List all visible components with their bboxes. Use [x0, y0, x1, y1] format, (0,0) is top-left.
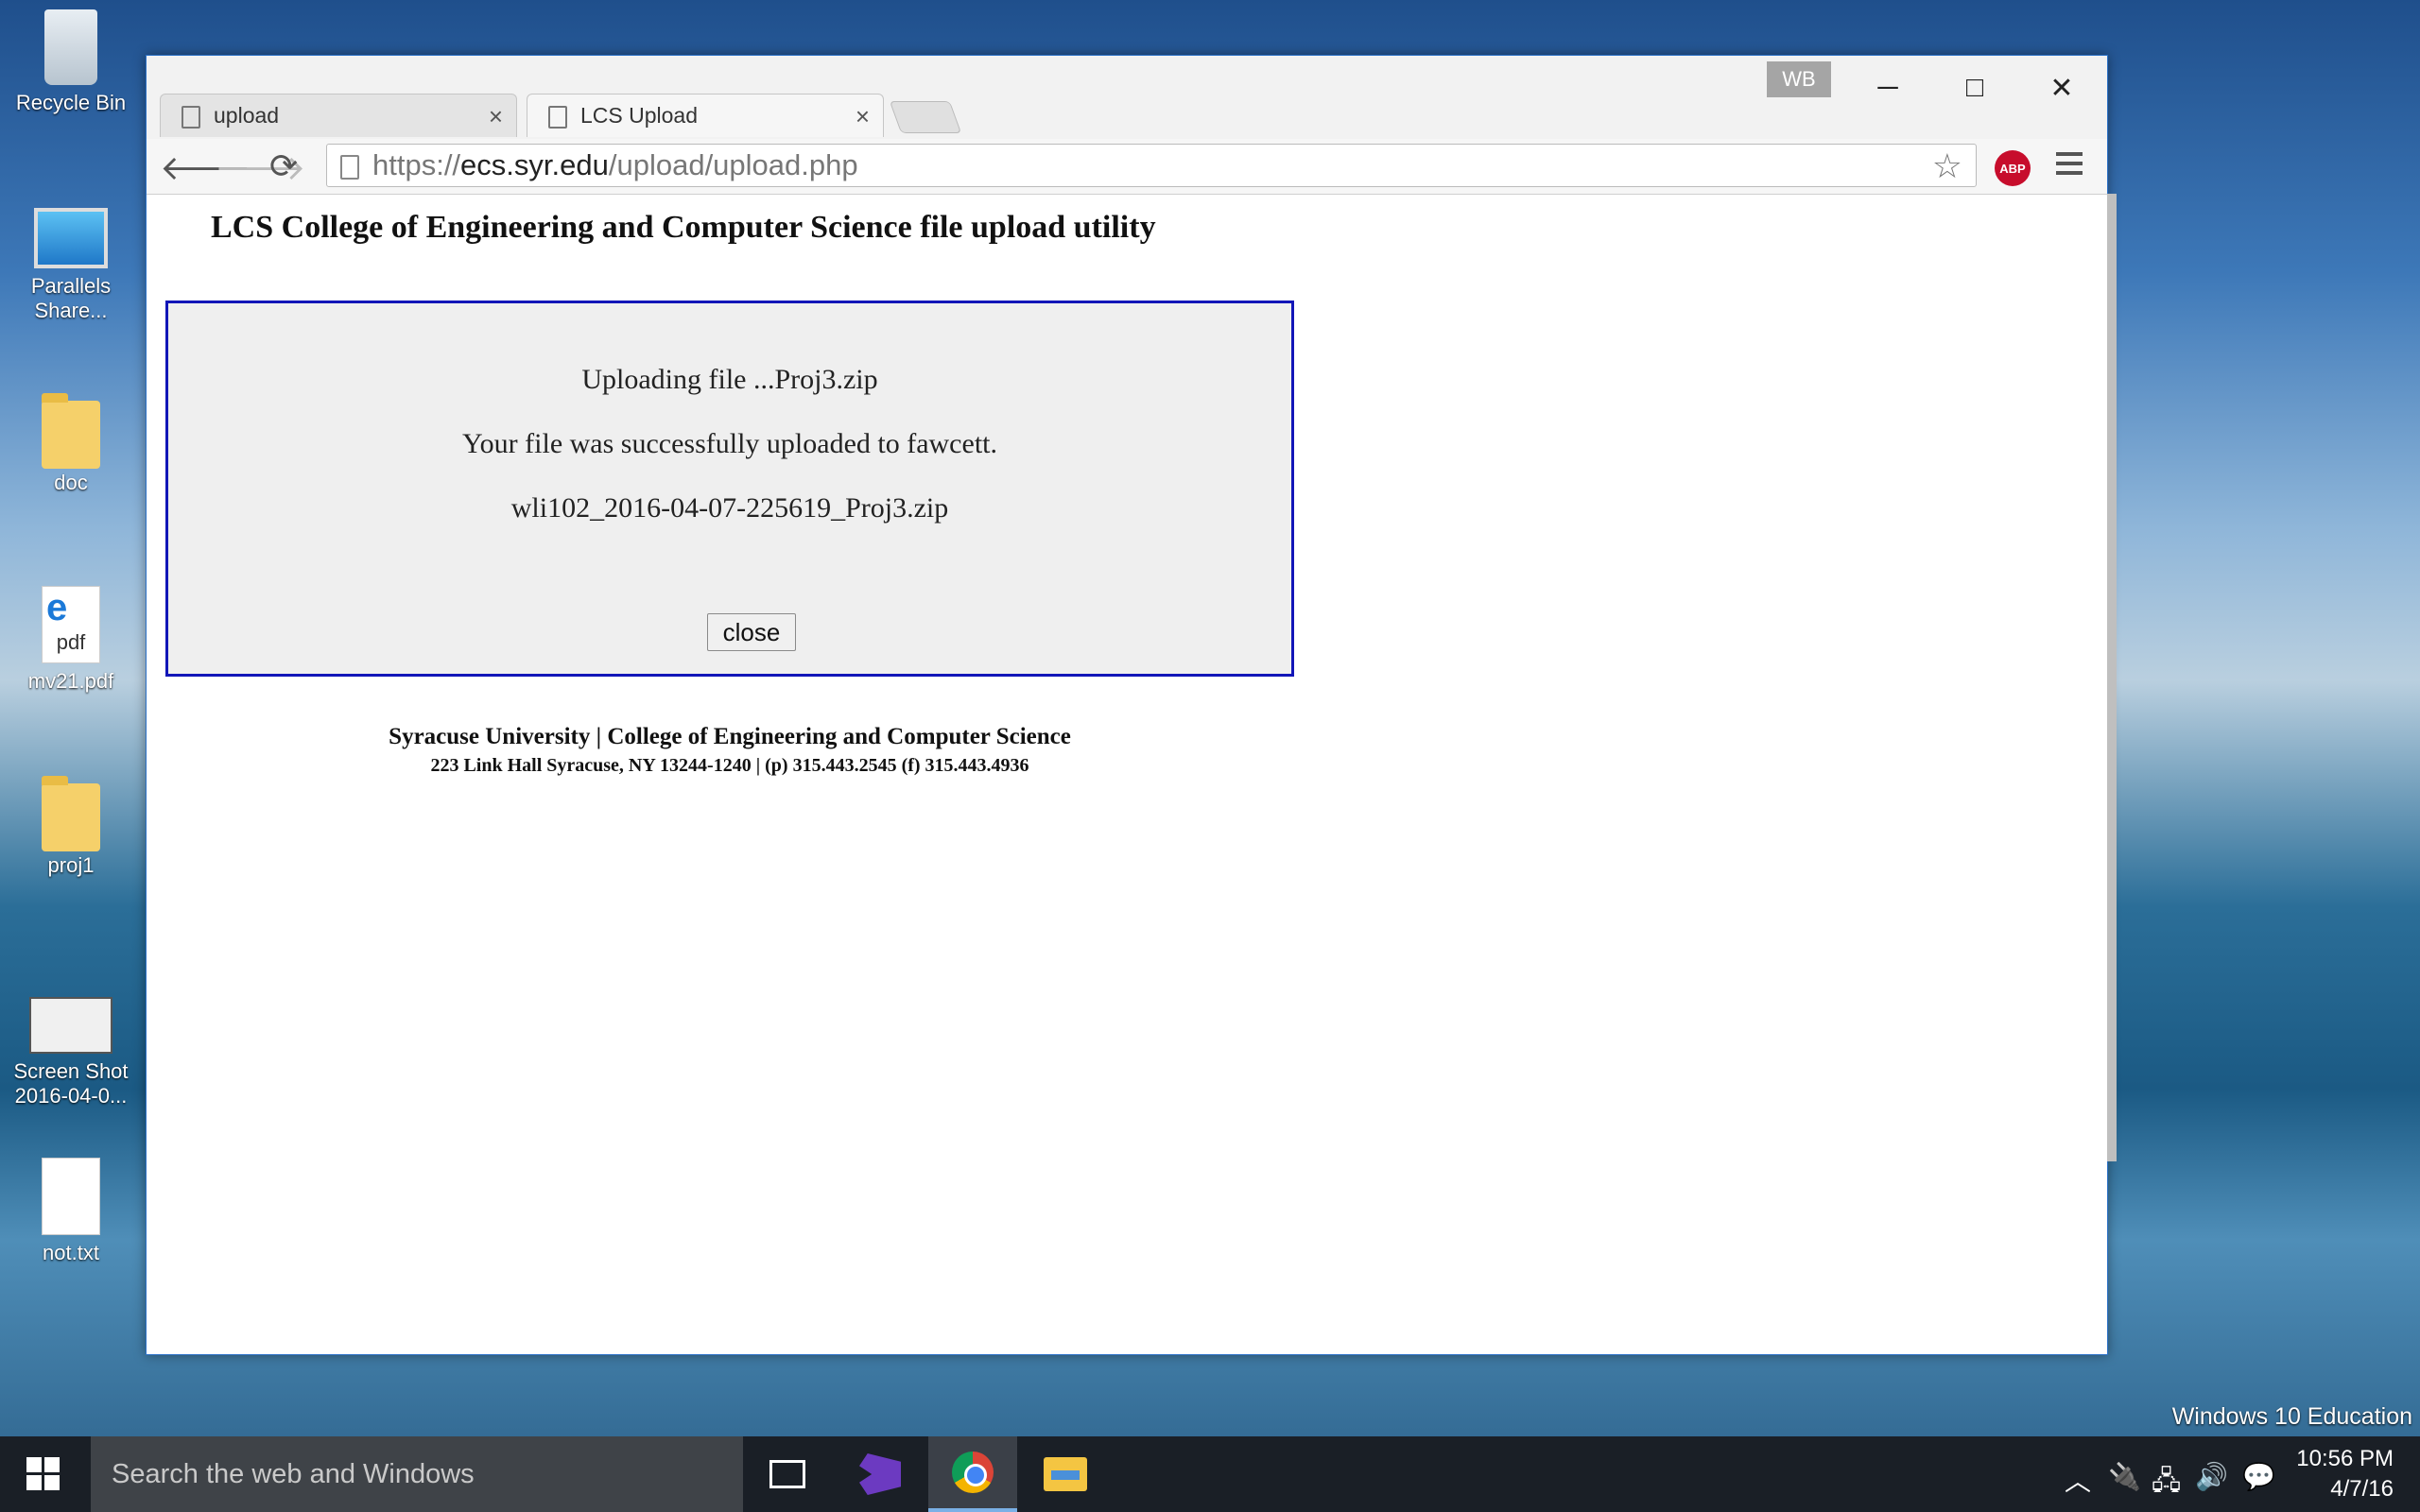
- file-explorer-icon: [1044, 1457, 1087, 1491]
- reload-icon[interactable]: ⟳: [269, 146, 298, 186]
- system-clock[interactable]: 10:56 PM 4/7/16: [2296, 1444, 2394, 1504]
- chrome-button[interactable]: [928, 1436, 1017, 1512]
- desktop-icon-label: mv21.pdf: [27, 669, 114, 693]
- footer-university: Syracuse University | College of Enginee…: [389, 724, 1071, 749]
- chrome-icon: [952, 1452, 994, 1493]
- clock-date: 4/7/16: [2330, 1476, 2394, 1502]
- desktop-icon-label: not.txt: [43, 1241, 99, 1264]
- page-content: LCS College of Engineering and Computer …: [147, 195, 2107, 1354]
- visual-studio-button[interactable]: [836, 1436, 925, 1512]
- image-file-icon: [29, 997, 112, 1054]
- close-tab-icon[interactable]: ×: [489, 102, 503, 131]
- folder-icon: [42, 393, 100, 469]
- scrollbar[interactable]: [2107, 194, 2117, 1161]
- folder-icon: [42, 776, 100, 851]
- desktop-icon-proj1[interactable]: proj1: [0, 776, 142, 878]
- task-view-button[interactable]: [743, 1436, 832, 1512]
- browser-window: upload × LCS Upload × WB ─ □ ✕ 🡐 🡒 ⟳ htt…: [146, 55, 2117, 1355]
- tab-label: upload: [214, 103, 280, 128]
- text-file-icon: [42, 1158, 100, 1235]
- minimize-button[interactable]: ─: [1859, 69, 1916, 107]
- address-bar[interactable]: https://ecs.syr.edu/upload/upload.php ☆: [326, 144, 1977, 187]
- tab-label: LCS Upload: [580, 103, 699, 128]
- action-center-icon[interactable]: 💬: [2242, 1461, 2275, 1492]
- desktop-icon-doc[interactable]: doc: [0, 393, 142, 495]
- maximize-button[interactable]: □: [1946, 69, 2003, 107]
- taskbar: Search the web and Windows ︿ 🔌 🖧 🔊 💬 10:…: [0, 1436, 2420, 1512]
- windows-edition-watermark: Windows 10 Education: [2171, 1403, 2412, 1430]
- page-icon: [548, 106, 567, 129]
- url-scheme: https://: [372, 148, 461, 181]
- tab-lcs-upload[interactable]: LCS Upload ×: [527, 94, 884, 137]
- upload-success-message: Your file was successfully uploaded to f…: [462, 428, 997, 459]
- desktop-icon-screen-shot[interactable]: Screen Shot 2016-04-0...: [0, 997, 142, 1108]
- footer-address: 223 Link Hall Syracuse, NY 13244-1240 | …: [430, 755, 1029, 776]
- uploaded-filename: wli102_2016-04-07-225619_Proj3.zip: [510, 492, 949, 524]
- close-tab-icon[interactable]: ×: [856, 102, 870, 131]
- url-path: /upload/upload.php: [608, 148, 858, 181]
- new-tab-button[interactable]: [889, 101, 962, 133]
- show-hidden-icons-chevron-icon[interactable]: ︿: [2065, 1461, 2091, 1499]
- close-window-button[interactable]: ✕: [2033, 69, 2090, 107]
- desktop-icon-not-txt[interactable]: not.txt: [0, 1158, 142, 1265]
- desktop-icon-mv21-pdf[interactable]: e pdf mv21.pdf: [0, 586, 142, 694]
- edge-logo-icon: e: [46, 587, 68, 628]
- desktop-icon-label: proj1: [47, 853, 95, 877]
- computer-shortcut-icon: [34, 208, 108, 268]
- close-button[interactable]: close: [707, 613, 796, 651]
- desktop-icon-label: Parallels Share...: [30, 274, 112, 322]
- browser-toolbar: 🡐 🡒 ⟳ https://ecs.syr.edu/upload/upload.…: [147, 139, 2107, 195]
- upload-status-line: Uploading file ...Proj3.zip: [581, 364, 878, 395]
- page-icon: [182, 106, 200, 129]
- menu-icon[interactable]: [2056, 152, 2083, 180]
- task-view-icon: [769, 1460, 805, 1488]
- desktop-icon-label: Recycle Bin: [15, 91, 127, 114]
- file-explorer-button[interactable]: [1021, 1436, 1110, 1512]
- pdf-file-icon: e pdf: [42, 586, 100, 663]
- tab-upload[interactable]: upload ×: [160, 94, 517, 137]
- power-plug-icon[interactable]: 🔌: [2108, 1461, 2141, 1492]
- volume-icon[interactable]: 🔊: [2195, 1461, 2228, 1492]
- bookmark-star-icon[interactable]: ☆: [1932, 146, 1962, 186]
- page-title: LCS College of Engineering and Computer …: [211, 210, 1156, 245]
- network-icon[interactable]: 🖧: [2152, 1461, 2181, 1506]
- recycle-bin-icon: [44, 9, 97, 85]
- taskbar-search-box[interactable]: Search the web and Windows: [91, 1436, 743, 1512]
- upload-status-panel: Uploading file ...Proj3.zip Your file wa…: [165, 301, 1294, 677]
- visual-studio-icon: [859, 1453, 901, 1495]
- browser-titlebar: upload × LCS Upload × WB ─ □ ✕: [147, 56, 2107, 139]
- adblock-icon[interactable]: ABP: [1995, 150, 2031, 186]
- clock-time: 10:56 PM: [2296, 1446, 2394, 1471]
- desktop-icon-label: Screen Shot 2016-04-0...: [13, 1059, 129, 1108]
- windows-start-icon[interactable]: [26, 1457, 60, 1491]
- desktop-icon-parallels-share[interactable]: Parallels Share...: [0, 208, 142, 323]
- desktop-icon-recycle-bin[interactable]: Recycle Bin: [0, 9, 142, 115]
- url-host: ecs.syr.edu: [460, 148, 609, 181]
- pdf-badge: pdf: [56, 630, 86, 654]
- page-info-icon: [340, 155, 359, 180]
- desktop-icon-label: doc: [54, 471, 88, 494]
- profile-badge[interactable]: WB: [1767, 61, 1831, 97]
